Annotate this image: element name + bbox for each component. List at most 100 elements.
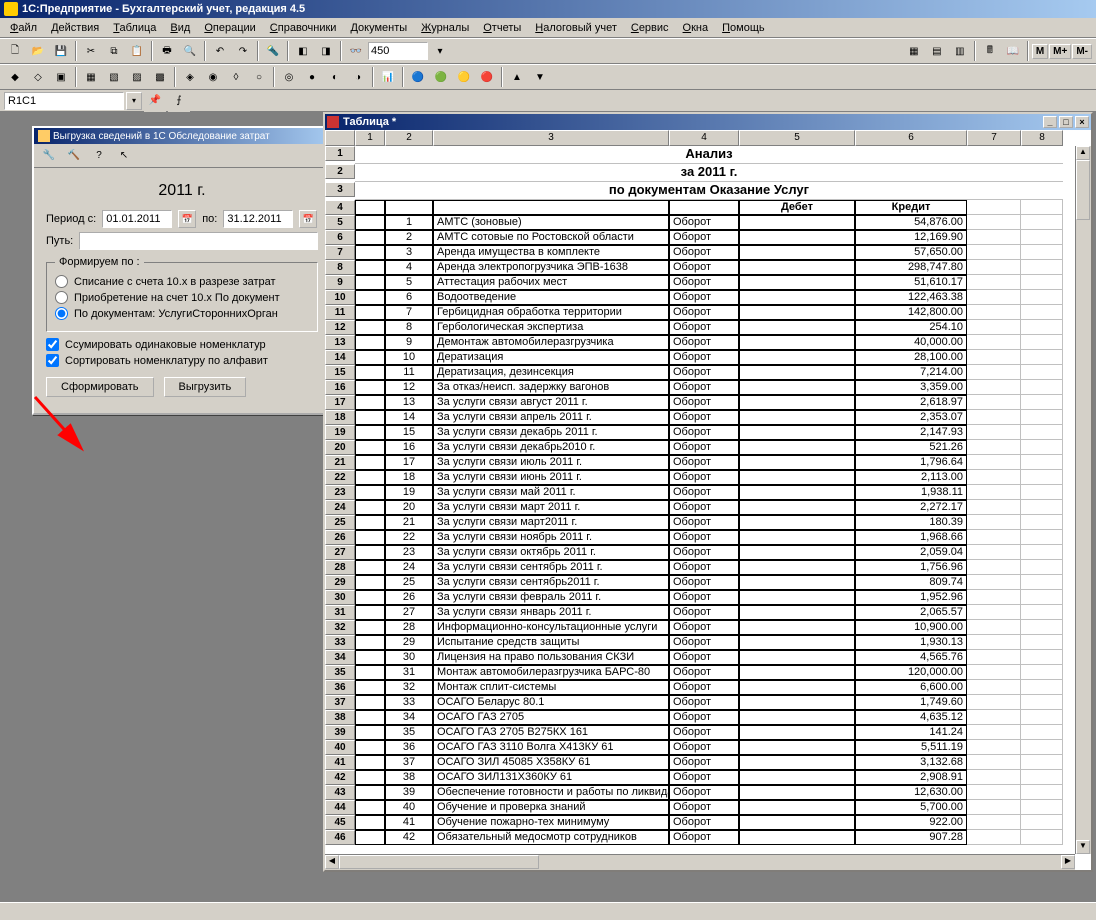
calendar-from-icon[interactable]: 📅 xyxy=(178,210,196,228)
t2-14-icon[interactable]: ◐ xyxy=(324,66,346,88)
row-name: Дератизация xyxy=(433,350,669,365)
t2-12-icon[interactable]: ◎ xyxy=(278,66,300,88)
period-to-input[interactable] xyxy=(223,210,293,228)
row-credit: 1,938.11 xyxy=(855,485,967,500)
check-sum[interactable] xyxy=(46,338,59,351)
scroll-thumb-v[interactable] xyxy=(1076,160,1090,220)
menu-налоговый учет[interactable]: Налоговый учет xyxy=(529,20,623,36)
cell-reference-input[interactable] xyxy=(4,92,124,110)
menu-журналы[interactable]: Журналы xyxy=(415,20,475,36)
t2-21-icon[interactable]: ▼ xyxy=(529,66,551,88)
minimize-icon[interactable]: _ xyxy=(1043,116,1057,128)
row-turn: Оборот xyxy=(669,740,739,755)
row-name: За отказ/неисп. задержку вагонов xyxy=(433,380,669,395)
t2-16-icon[interactable]: 🔵 xyxy=(407,66,429,88)
spreadsheet-grid[interactable]: 123456781Анализ2за 2011 г.3по документам… xyxy=(325,130,1091,845)
menu-таблица[interactable]: Таблица xyxy=(107,20,162,36)
t2-18-icon[interactable]: 🟡 xyxy=(453,66,475,88)
path-input[interactable] xyxy=(79,232,318,250)
maximize-icon[interactable]: □ xyxy=(1059,116,1073,128)
menu-сервис[interactable]: Сервис xyxy=(625,20,675,36)
find-icon[interactable]: 🔦 xyxy=(262,40,284,62)
horizontal-scrollbar[interactable]: ◀ ▶ xyxy=(325,854,1075,870)
scroll-right-icon[interactable]: ▶ xyxy=(1061,855,1075,869)
row-credit: 4,565.76 xyxy=(855,650,967,665)
menu-окна[interactable]: Окна xyxy=(677,20,715,36)
t2-19-icon[interactable]: 🔴 xyxy=(476,66,498,88)
t2-3-icon[interactable]: ▣ xyxy=(50,66,72,88)
preview-icon[interactable]: 🔍 xyxy=(179,40,201,62)
calc-icon[interactable]: 🖩 xyxy=(979,40,1001,62)
menu-файл[interactable]: Файл xyxy=(4,20,43,36)
menu-справочники[interactable]: Справочники xyxy=(264,20,343,36)
menu-вид[interactable]: Вид xyxy=(164,20,196,36)
calendar-to-icon[interactable]: 📅 xyxy=(299,210,317,228)
t2-2-icon[interactable]: ◇ xyxy=(27,66,49,88)
item2-icon[interactable]: ◨ xyxy=(315,40,337,62)
dlg-cursor-icon[interactable]: ↖ xyxy=(113,145,135,167)
row-name: Аттестация рабочих мест xyxy=(433,275,669,290)
t2-17-icon[interactable]: 🟢 xyxy=(430,66,452,88)
radio-acquire[interactable] xyxy=(55,291,68,304)
t2-8-icon[interactable]: ◈ xyxy=(179,66,201,88)
t2-15-icon[interactable]: ◑ xyxy=(347,66,369,88)
scroll-left-icon[interactable]: ◀ xyxy=(325,855,339,869)
t2-7-icon[interactable]: ▩ xyxy=(149,66,171,88)
open-icon[interactable]: 📂 xyxy=(27,40,49,62)
dlg-help-icon[interactable]: ? xyxy=(88,145,110,167)
dialog-titlebar[interactable]: Выгрузка сведений в 1С Обследование затр… xyxy=(34,128,330,144)
m-minus-button[interactable]: М- xyxy=(1072,44,1092,59)
t2-11-icon[interactable]: ○ xyxy=(248,66,270,88)
menu-отчеты[interactable]: Отчеты xyxy=(477,20,527,36)
fx-icon[interactable]: ⨍ xyxy=(168,90,190,112)
t2-6-icon[interactable]: ▨ xyxy=(126,66,148,88)
t2-9-icon[interactable]: ◉ xyxy=(202,66,224,88)
new-icon[interactable]: 🗋 xyxy=(4,40,26,62)
m-plus-button[interactable]: М+ xyxy=(1049,44,1071,59)
m-button[interactable]: М xyxy=(1032,44,1048,59)
cut-icon[interactable]: ✂ xyxy=(80,40,102,62)
scroll-thumb-h[interactable] xyxy=(339,855,539,869)
scroll-down-icon[interactable]: ▼ xyxy=(1076,840,1090,854)
save-icon[interactable]: 💾 xyxy=(50,40,72,62)
menu-документы[interactable]: Документы xyxy=(344,20,413,36)
close-icon[interactable]: × xyxy=(1075,116,1089,128)
pin-icon[interactable]: 📌 xyxy=(144,90,166,112)
undo-icon[interactable]: ↶ xyxy=(209,40,231,62)
t2-1-icon[interactable]: ◆ xyxy=(4,66,26,88)
item-icon[interactable]: ◧ xyxy=(292,40,314,62)
t2-20-icon[interactable]: ▲ xyxy=(506,66,528,88)
t2-4-icon[interactable]: ▦ xyxy=(80,66,102,88)
tool-b-icon[interactable]: ▤ xyxy=(926,40,948,62)
book-icon[interactable]: 📖 xyxy=(1002,40,1024,62)
tool-a-icon[interactable]: ▦ xyxy=(903,40,925,62)
menu-действия[interactable]: Действия xyxy=(45,20,105,36)
cellref-dropdown-icon[interactable]: ▾ xyxy=(126,92,142,110)
print-icon[interactable]: 🖶 xyxy=(156,40,178,62)
vertical-scrollbar[interactable]: ▲ ▼ xyxy=(1075,146,1091,854)
binoculars-icon[interactable]: 👓 xyxy=(345,40,367,62)
radio-writeoff[interactable] xyxy=(55,275,68,288)
row-num: 3 xyxy=(385,245,433,260)
chart-icon[interactable]: 📊 xyxy=(377,66,399,88)
combo-dd-icon[interactable]: ▾ xyxy=(429,40,451,62)
copy-icon[interactable]: ⧉ xyxy=(103,40,125,62)
form-button[interactable]: Сформировать xyxy=(46,377,154,397)
paste-icon[interactable]: 📋 xyxy=(126,40,148,62)
zoom-combo[interactable] xyxy=(368,42,428,60)
dlg-tool1-icon[interactable]: 🔧 xyxy=(38,145,60,167)
export-button[interactable]: Выгрузить xyxy=(164,377,247,397)
tool-c-icon[interactable]: ▥ xyxy=(949,40,971,62)
sheet-titlebar[interactable]: Таблица * _ □ × xyxy=(325,114,1091,130)
check-sort[interactable] xyxy=(46,354,59,367)
menu-операции[interactable]: Операции xyxy=(198,20,261,36)
radio-bydocs[interactable] xyxy=(55,307,68,320)
period-from-input[interactable] xyxy=(102,210,172,228)
t2-10-icon[interactable]: ◊ xyxy=(225,66,247,88)
redo-icon[interactable]: ↷ xyxy=(232,40,254,62)
menu-помощь[interactable]: Помощь xyxy=(716,20,771,36)
t2-13-icon[interactable]: ● xyxy=(301,66,323,88)
scroll-up-icon[interactable]: ▲ xyxy=(1076,146,1090,160)
dlg-tool2-icon[interactable]: 🔨 xyxy=(63,145,85,167)
t2-5-icon[interactable]: ▧ xyxy=(103,66,125,88)
